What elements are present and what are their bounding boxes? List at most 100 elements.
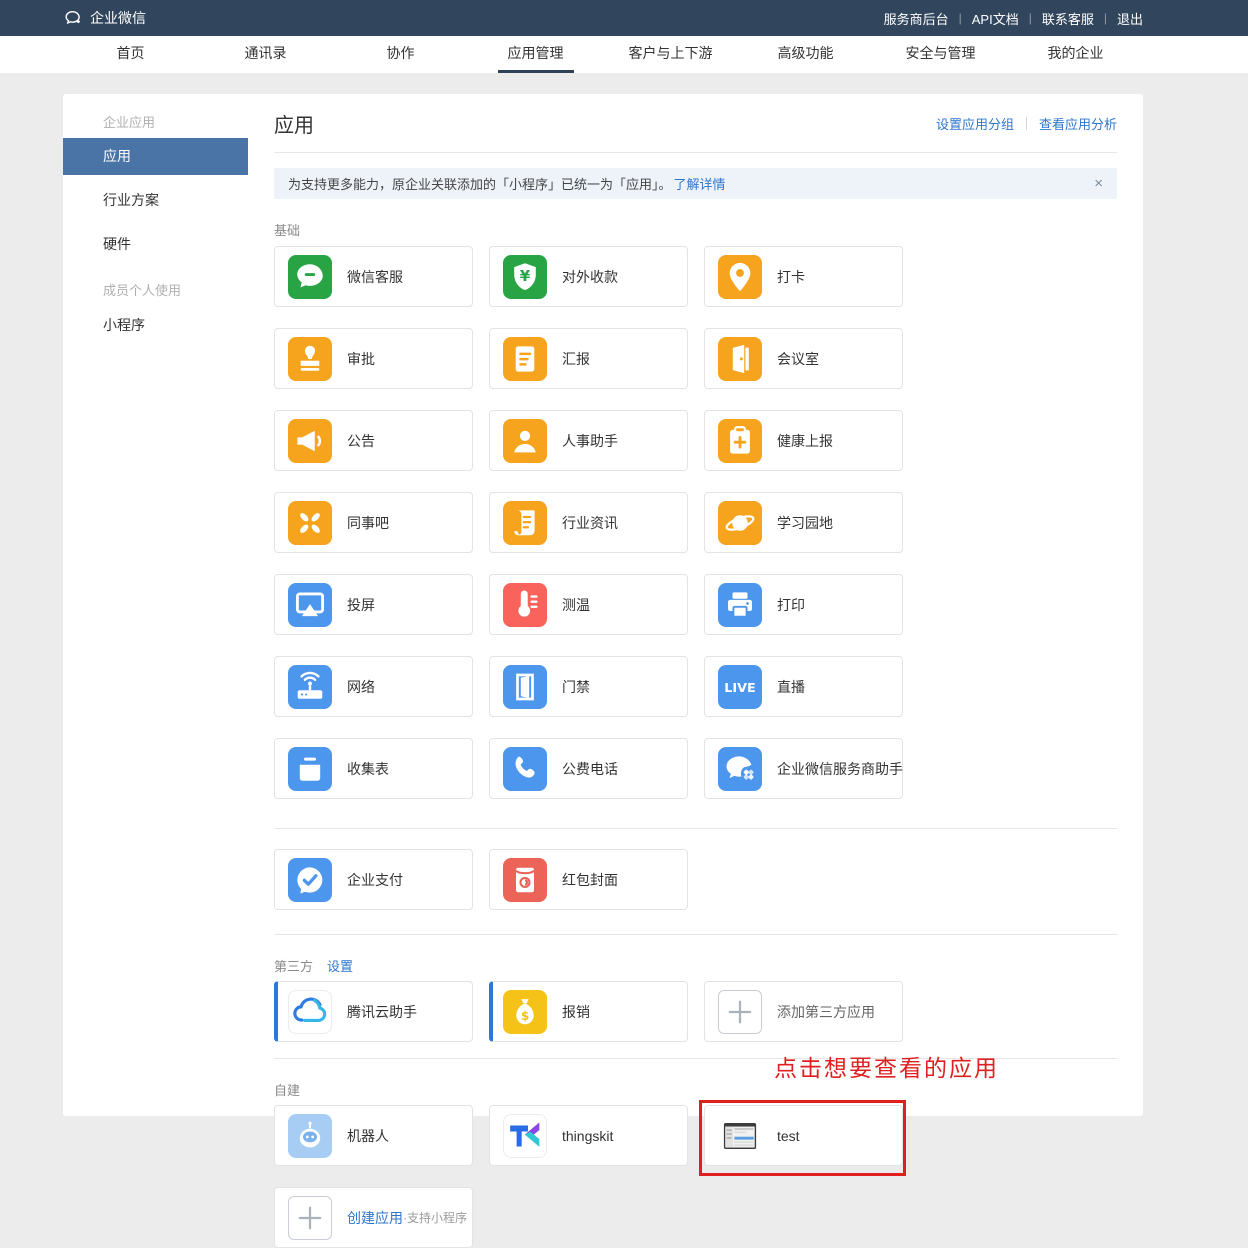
close-icon[interactable]: × (1094, 176, 1103, 191)
app-label: 审批 (347, 349, 375, 369)
header-action-1[interactable]: 查看应用分析 (1039, 114, 1117, 133)
topbar-separator: | (1104, 11, 1107, 25)
sidebar-item[interactable]: 硬件 (63, 225, 248, 263)
app-card[interactable]: 门禁 (489, 656, 688, 717)
app-card[interactable]: 测温 (489, 574, 688, 635)
app-card[interactable]: 公告 (274, 410, 473, 471)
nav-tab-1[interactable]: 通讯录 (198, 36, 333, 73)
app-card[interactable]: 企业微信服务商助手 (704, 738, 903, 799)
topbar-link-3[interactable]: 退出 (1117, 9, 1143, 28)
topbar-link-1[interactable]: API文档 (972, 9, 1019, 28)
section-label: 第三方 (274, 956, 313, 975)
nav-tab-5[interactable]: 高级功能 (738, 36, 873, 73)
pay-check-icon (288, 858, 332, 902)
notice-detail-link[interactable]: 了解详情 (674, 174, 726, 193)
red-packet-icon (503, 858, 547, 902)
nav-tab-0[interactable]: 首页 (63, 36, 198, 73)
section-action-link[interactable]: 设置 (327, 956, 353, 975)
app-card[interactable]: 行业资讯 (489, 492, 688, 553)
app-card[interactable]: 健康上报 (704, 410, 903, 471)
section-label: 自建 (274, 1080, 300, 1099)
app-label: 会议室 (777, 349, 819, 369)
nav-tab-6[interactable]: 安全与管理 (873, 36, 1008, 73)
app-card[interactable]: 汇报 (489, 328, 688, 389)
plus-icon (288, 1196, 332, 1240)
nav-tab-3[interactable]: 应用管理 (468, 36, 603, 73)
app-label: 投屏 (347, 595, 375, 615)
app-card[interactable]: 审批 (274, 328, 473, 389)
sidebar-item[interactable]: 小程序 (63, 306, 248, 344)
app-card[interactable]: 打印 (704, 574, 903, 635)
router-icon (288, 665, 332, 709)
app-card[interactable]: 学习园地 (704, 492, 903, 553)
app-card[interactable]: LIVE直播 (704, 656, 903, 717)
app-card[interactable]: 人事助手 (489, 410, 688, 471)
app-card[interactable]: ¥对外收款 (489, 246, 688, 307)
app-label: 对外收款 (562, 267, 618, 287)
wecom-logo-icon (63, 8, 84, 29)
sidebar-group-header: 成员个人使用 (63, 276, 248, 306)
app-card[interactable]: 红包封面 (489, 849, 688, 910)
app-label: 学习园地 (777, 513, 833, 533)
notice-banner: 为支持更多能力，原企业关联添加的「小程序」已统一为「应用」。了解详情 × (274, 168, 1117, 199)
topbar-link-0[interactable]: 服务商后台 (884, 9, 949, 28)
app-card[interactable]: test (704, 1105, 903, 1166)
money-bag-icon: $ (503, 990, 547, 1034)
app-label: 企业支付 (347, 870, 403, 890)
plus-icon (718, 990, 762, 1034)
pinwheel-icon (288, 501, 332, 545)
nav-tab-2[interactable]: 协作 (333, 36, 468, 73)
app-label: 公告 (347, 431, 375, 451)
app-card[interactable]: $报销 (489, 981, 688, 1042)
app-screenshot-icon (718, 1114, 762, 1158)
app-label: 网络 (347, 677, 375, 697)
app-card[interactable]: 网络 (274, 656, 473, 717)
thingskit-logo-icon (503, 1114, 547, 1158)
sidebar-group-header: 企业应用 (63, 108, 248, 138)
app-card[interactable]: 同事吧 (274, 492, 473, 553)
app-card[interactable]: 企业支付 (274, 849, 473, 910)
sidebar-item[interactable]: 行业方案 (63, 181, 248, 219)
app-card[interactable]: thingskit (489, 1105, 688, 1166)
app-grid: 微信客服 ¥对外收款 打卡审批 汇报 会议室公告 人事助手 健康上报同事吧 行业资讯 学习园地投… (274, 246, 1117, 799)
app-label: 行业资讯 (562, 513, 618, 533)
nav-tab-7[interactable]: 我的企业 (1008, 36, 1143, 73)
clipboard-plus-icon (718, 419, 762, 463)
app-label: 公费电话 (562, 759, 618, 779)
page-title: 应用 (274, 109, 314, 138)
news-scroll-icon (503, 501, 547, 545)
app-label: 直播 (777, 677, 805, 697)
topbar: 企业微信 服务商后台|API文档|联系客服|退出 (0, 0, 1248, 36)
brand-label: 企业微信 (90, 8, 146, 28)
app-label: 打卡 (777, 267, 805, 287)
header-actions: 设置应用分组 查看应用分析 (936, 114, 1117, 133)
main-panel: 企业应用应用行业方案硬件成员个人使用小程序 应用 设置应用分组 查看应用分析 为支… (63, 94, 1143, 1116)
app-sublabel: ·支持小程序 (403, 1209, 467, 1226)
app-card[interactable]: 创建应用·支持小程序 (274, 1187, 473, 1248)
app-card[interactable]: 腾讯云助手 (274, 981, 473, 1042)
app-card[interactable]: 会议室 (704, 328, 903, 389)
app-card[interactable]: 微信客服 (274, 246, 473, 307)
section-divider (274, 934, 1117, 935)
nav-tab-4[interactable]: 客户与上下游 (603, 36, 738, 73)
app-card[interactable]: 收集表 (274, 738, 473, 799)
app-card[interactable]: 机器人 (274, 1105, 473, 1166)
topbar-links: 服务商后台|API文档|联系客服|退出 (884, 9, 1143, 28)
sidebar: 企业应用应用行业方案硬件成员个人使用小程序 (63, 94, 248, 1116)
app-label: 收集表 (347, 759, 389, 779)
app-card[interactable]: 投屏 (274, 574, 473, 635)
section-head: 基础 (274, 221, 1117, 237)
app-label: 人事助手 (562, 431, 618, 451)
app-label: 打印 (777, 595, 805, 615)
chat-bubble-icon (288, 255, 332, 299)
person-icon (503, 419, 547, 463)
notice-text: 为支持更多能力，原企业关联添加的「小程序」已统一为「应用」。 (288, 174, 672, 193)
app-card[interactable]: 打卡 (704, 246, 903, 307)
app-grid: 腾讯云助手 $报销添加第三方应用 (274, 981, 1117, 1042)
app-card[interactable]: 公费电话 (489, 738, 688, 799)
sidebar-item[interactable]: 应用 (63, 138, 248, 175)
robot-icon (288, 1114, 332, 1158)
header-action-0[interactable]: 设置应用分组 (936, 114, 1014, 133)
topbar-link-2[interactable]: 联系客服 (1042, 9, 1094, 28)
app-card[interactable]: 添加第三方应用 (704, 981, 903, 1042)
